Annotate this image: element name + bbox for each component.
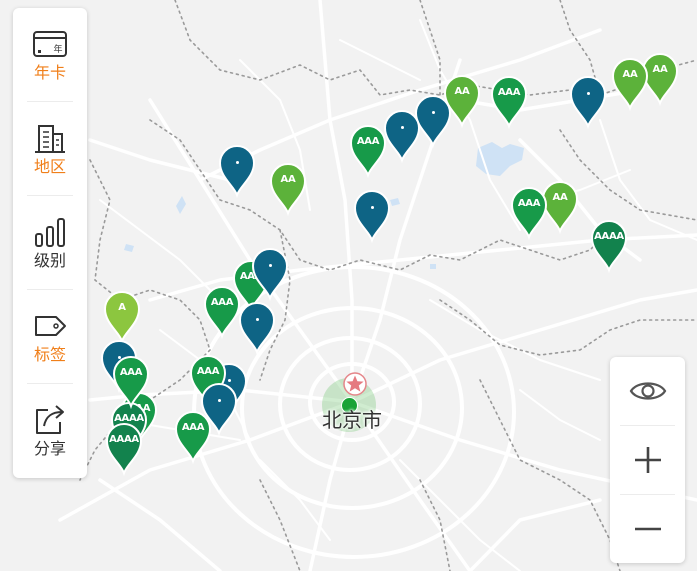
- marker-level-label: AAAA: [109, 434, 139, 445]
- marker-level-label: AAA: [356, 136, 380, 147]
- scenic-marker-aa[interactable]: AA: [442, 75, 482, 129]
- marker-level-label: AAA: [196, 366, 220, 377]
- zoom-in-button[interactable]: [610, 426, 685, 493]
- scenic-marker-aaaaa[interactable]: [352, 190, 392, 244]
- bar-chart-icon: [35, 218, 65, 247]
- marker-dot: [255, 317, 259, 321]
- scenic-marker-aaaaa[interactable]: [237, 302, 277, 356]
- marker-dot: [217, 398, 221, 402]
- eye-icon: [629, 382, 667, 400]
- scenic-marker-aa[interactable]: AA: [268, 163, 308, 217]
- sidebar-item-level[interactable]: 级别: [13, 196, 87, 290]
- sidebar-item-share[interactable]: 分享: [13, 384, 87, 478]
- sidebar-item-tag[interactable]: 标签: [13, 290, 87, 384]
- sidebar-item-region[interactable]: 地区: [13, 102, 87, 196]
- buildings-icon: [35, 125, 65, 153]
- scenic-marker-aaa[interactable]: AAA: [489, 76, 529, 130]
- scenic-marker-aaaaa[interactable]: [568, 76, 608, 130]
- marker-dot: [235, 160, 239, 164]
- marker-level-label: AA: [622, 69, 638, 80]
- sidebar-item-annual-card[interactable]: 年 年卡: [13, 8, 87, 102]
- marker-level-label: AAA: [497, 87, 521, 98]
- scenic-markers-layer: AAAA AA AA AAA AA AA AAA AAAA AAA AA AAA AAA A AAA AAA…: [0, 0, 697, 571]
- sidebar-item-label: 分享: [33, 439, 66, 458]
- scenic-marker-aaaaa[interactable]: [217, 145, 257, 199]
- visibility-toggle-button[interactable]: [610, 357, 685, 424]
- plus-icon: [635, 447, 661, 473]
- zoom-out-button[interactable]: [610, 495, 685, 562]
- marker-dot: [268, 263, 272, 267]
- scenic-marker-aaa[interactable]: AAA: [173, 411, 213, 465]
- map-controls: [610, 357, 685, 563]
- scenic-marker-aaaa[interactable]: AAAA: [104, 423, 144, 477]
- marker-level-label: AA: [280, 174, 296, 185]
- marker-level-label: AAA: [119, 367, 143, 378]
- scenic-marker-aaa[interactable]: AAA: [348, 125, 388, 179]
- marker-level-label: AAA: [517, 198, 541, 209]
- marker-level-label: AAAA: [594, 231, 624, 242]
- scenic-marker-aaaaa[interactable]: [382, 110, 422, 164]
- sidebar-item-label: 标签: [33, 345, 66, 364]
- tag-icon: [35, 316, 66, 336]
- scenic-marker-aaaa[interactable]: AAAA: [589, 220, 629, 274]
- sidebar-item-label: 年卡: [33, 63, 66, 82]
- share-icon: [36, 405, 64, 434]
- marker-level-label: AAA: [181, 422, 205, 433]
- marker-level-label: AA: [454, 86, 470, 97]
- card-icon: 年: [33, 31, 67, 57]
- marker-dot: [400, 125, 404, 129]
- scenic-marker-aaa[interactable]: AAA: [509, 187, 549, 241]
- marker-dot: [370, 205, 374, 209]
- marker-level-label: A: [118, 302, 126, 313]
- marker-dot: [586, 91, 590, 95]
- minus-icon: [635, 527, 661, 531]
- card-badge: 年: [53, 43, 62, 55]
- scenic-marker-a[interactable]: A: [102, 291, 142, 345]
- scenic-marker-aaaaa[interactable]: [250, 248, 290, 302]
- sidebar-item-label: 级别: [33, 251, 66, 270]
- marker-dot: [431, 110, 435, 114]
- scenic-marker-aaa[interactable]: AAA: [111, 356, 151, 410]
- scenic-marker-aa[interactable]: AA: [610, 58, 650, 112]
- sidebar-item-label: 地区: [33, 157, 66, 176]
- sidebar-panel: 年 年卡 地区 级别 标签 分享: [13, 8, 87, 478]
